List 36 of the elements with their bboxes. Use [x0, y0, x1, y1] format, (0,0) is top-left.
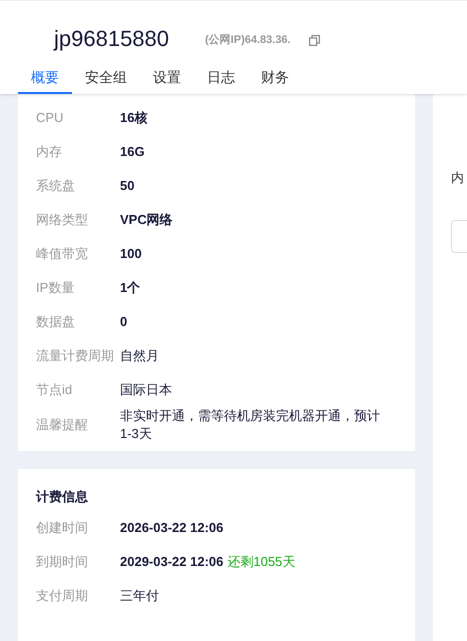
field-value: 100 — [120, 245, 142, 263]
field-label: 创建时间 — [36, 519, 89, 538]
field-value: 16G — [120, 143, 145, 161]
tab[interactable]: 设置 — [140, 63, 194, 94]
tab[interactable]: 日志 — [194, 63, 248, 94]
field-label: 峰值带宽 — [36, 245, 89, 264]
field-label: CPU — [36, 109, 64, 128]
field-label: 数据盘 — [36, 313, 76, 332]
field-value: 2029-03-22 12:06 — [120, 553, 224, 571]
field-label: 系统盘 — [36, 177, 76, 196]
field-value: 三年付 — [120, 587, 159, 605]
field-value: 2026-03-22 12:06 — [120, 519, 224, 537]
field-value: 16核 — [120, 109, 148, 127]
field-value: 0 — [120, 313, 128, 331]
field-value: 国际日本 — [120, 381, 172, 399]
remaining-days: 还剩1055天 — [227, 552, 296, 572]
field-label: 温馨提醒 — [36, 416, 89, 434]
field-label: 到期时间 — [36, 553, 89, 572]
field-label: 内 — [451, 170, 464, 185]
instance-title: jp96815880 — [54, 25, 170, 53]
tab[interactable]: 安全组 — [72, 63, 140, 94]
field-value: 非实时开通，需等待机房装完机器开通，预计1-3天 — [120, 407, 381, 443]
field-value: 50 — [120, 177, 134, 195]
field-label: 支付周期 — [36, 587, 89, 606]
ip-address: (公网IP)64.83.36. — [205, 32, 291, 48]
field-label: IP数量 — [36, 279, 76, 298]
section-title: 计费信息 — [36, 489, 88, 504]
tab[interactable]: 财务 — [248, 63, 302, 94]
field-value: VPC网络 — [120, 211, 173, 229]
field-label: 流量计费周期 — [36, 347, 115, 366]
field-value: 1个 — [120, 279, 140, 297]
copy-icon[interactable] — [308, 35, 320, 46]
field-value: 自然月 — [120, 347, 159, 365]
field-label: 节点id — [36, 381, 74, 400]
field-label: 内存 — [36, 143, 63, 162]
field-label: 网络类型 — [36, 211, 89, 230]
